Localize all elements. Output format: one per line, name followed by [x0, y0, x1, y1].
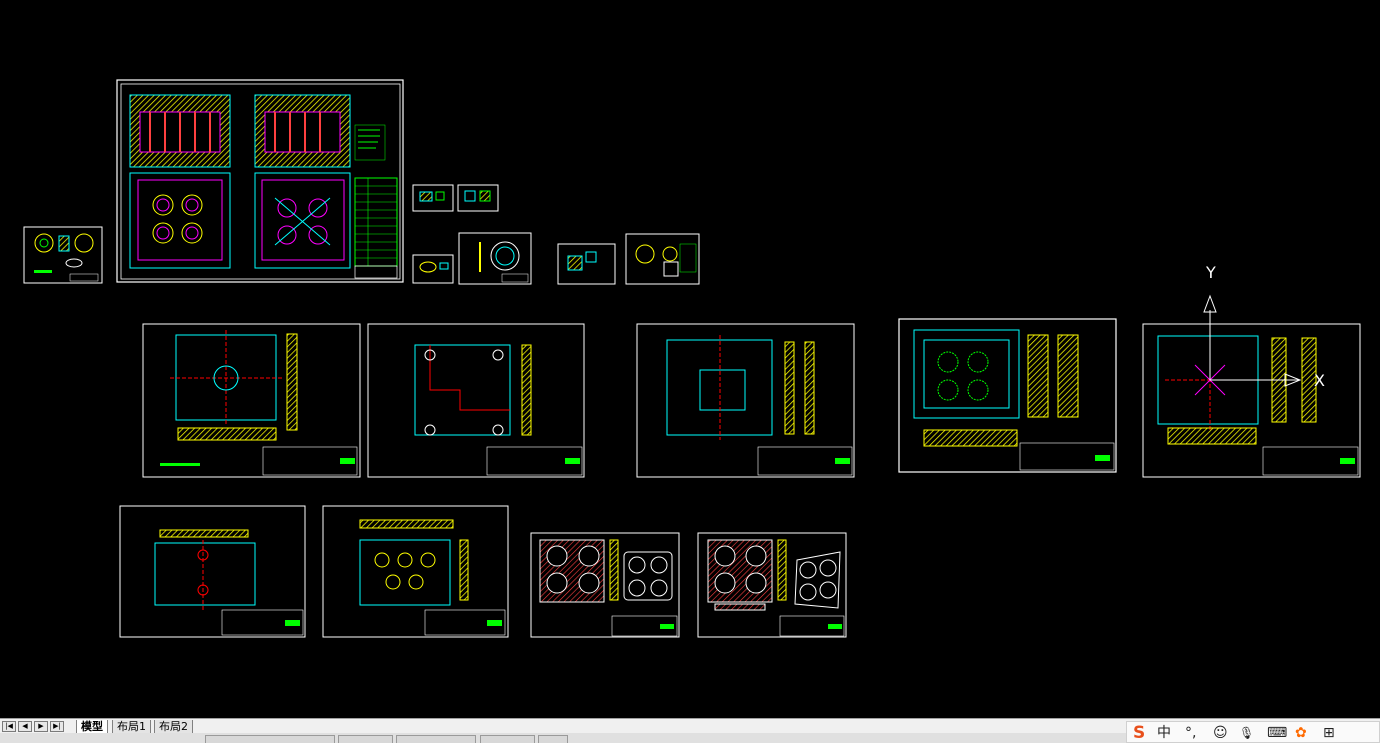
- sheet-tiny-3[interactable]: [412, 254, 454, 284]
- sheet-tiny-6[interactable]: [625, 233, 700, 285]
- status-cell[interactable]: [338, 735, 393, 743]
- sheet-tiny-2[interactable]: [457, 184, 499, 212]
- keyboard-icon[interactable]: ⌨: [1267, 724, 1287, 742]
- sheet-tiny-5[interactable]: [557, 243, 616, 285]
- sheet-plate-5[interactable]: [1142, 323, 1361, 478]
- sheet-plate-7[interactable]: [322, 505, 509, 638]
- sheet-cavity-2[interactable]: [697, 532, 847, 638]
- status-cell[interactable]: [538, 735, 568, 743]
- tab-layout2[interactable]: 布局2: [154, 720, 193, 734]
- status-cell: [205, 735, 335, 743]
- last-tab-button[interactable]: ▶|: [50, 721, 64, 732]
- sheet-small-left[interactable]: [23, 226, 103, 284]
- tab-layout1[interactable]: 布局1: [112, 720, 151, 734]
- next-tab-button[interactable]: ▶: [34, 721, 48, 732]
- sheet-assembly[interactable]: [116, 79, 404, 283]
- tab-model[interactable]: 模型: [76, 720, 108, 734]
- sogou-logo-icon[interactable]: S: [1133, 724, 1145, 742]
- drawing-sheets: Y X: [23, 79, 1361, 638]
- skin-icon[interactable]: ✿: [1295, 724, 1307, 742]
- sheet-plate-3[interactable]: [636, 323, 855, 478]
- ucs-y-label: Y: [1205, 263, 1216, 282]
- sheet-plate-1[interactable]: [142, 323, 361, 478]
- sheet-plate-4[interactable]: [898, 318, 1117, 473]
- status-cell[interactable]: [396, 735, 476, 743]
- sheet-plate-2[interactable]: [367, 323, 585, 478]
- emoji-icon[interactable]: ☺: [1213, 724, 1228, 742]
- sheet-tiny-4[interactable]: [458, 232, 532, 285]
- ime-toolbar: S 中 °, ☺ 🎙 ⌨ ✿ ⊞: [1126, 721, 1380, 743]
- sheet-cavity-1[interactable]: [530, 532, 680, 638]
- ucs-x-label: X: [1314, 371, 1325, 390]
- sheet-tiny-1[interactable]: [412, 184, 454, 212]
- prev-tab-button[interactable]: ◀: [18, 721, 32, 732]
- model-space-canvas[interactable]: Y X: [0, 0, 1380, 718]
- mic-icon[interactable]: 🎙: [1239, 724, 1254, 742]
- status-cell[interactable]: [480, 735, 535, 743]
- first-tab-button[interactable]: |◀: [2, 721, 16, 732]
- sheet-plate-6[interactable]: [119, 505, 306, 638]
- punctuation-button[interactable]: °,: [1185, 724, 1196, 742]
- toolbox-icon[interactable]: ⊞: [1323, 724, 1335, 742]
- chinese-mode-button[interactable]: 中: [1157, 724, 1171, 742]
